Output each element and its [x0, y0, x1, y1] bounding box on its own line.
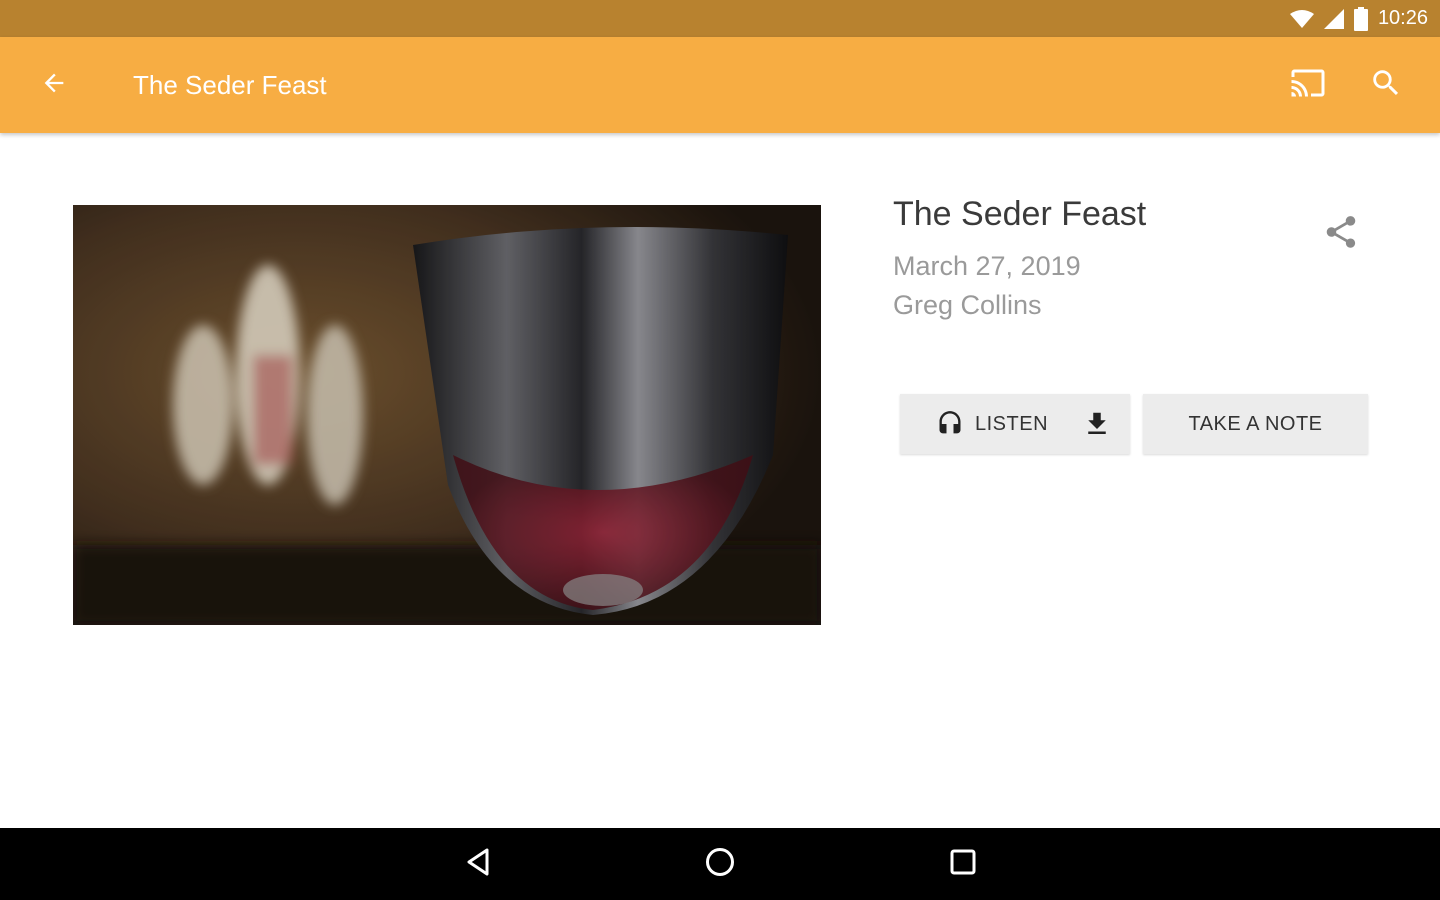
back-arrow-icon	[40, 69, 68, 102]
nav-home-button[interactable]	[696, 840, 744, 888]
listen-label: LISTEN	[975, 413, 1049, 435]
search-icon	[1369, 66, 1403, 105]
system-nav-bar	[0, 828, 1440, 900]
app-bar: The Seder Feast	[0, 37, 1440, 133]
sermon-detail: The Seder Feast March 27, 2019 Greg Coll…	[0, 133, 1440, 828]
sermon-date: March 27, 2019	[893, 251, 1081, 281]
signal-icon	[1323, 8, 1344, 29]
sermon-title: The Seder Feast	[893, 195, 1147, 233]
take-note-button[interactable]: TAKE A NOTE	[1143, 394, 1368, 454]
share-icon	[1322, 213, 1360, 256]
recents-square-icon	[949, 848, 977, 881]
nav-recents-button[interactable]	[939, 840, 987, 888]
listen-button[interactable]: LISTEN	[900, 394, 1130, 454]
cast-button[interactable]	[1284, 61, 1332, 109]
headphones-icon	[936, 410, 964, 443]
status-time: 10:26	[1377, 7, 1428, 29]
sermon-speaker: Greg Collins	[893, 290, 1042, 320]
home-circle-icon	[704, 846, 736, 883]
status-bar: 10:26	[0, 0, 1440, 37]
back-button[interactable]	[30, 61, 78, 109]
app-bar-title: The Seder Feast	[133, 70, 327, 100]
battery-icon	[1353, 6, 1368, 31]
wifi-icon	[1289, 9, 1314, 29]
download-icon[interactable]	[1082, 409, 1112, 444]
search-button[interactable]	[1362, 61, 1410, 109]
sermon-artwork	[73, 205, 821, 625]
nav-back-button[interactable]	[454, 840, 502, 888]
cast-icon	[1290, 65, 1326, 106]
share-button[interactable]	[1318, 211, 1364, 257]
back-triangle-icon	[463, 847, 493, 882]
